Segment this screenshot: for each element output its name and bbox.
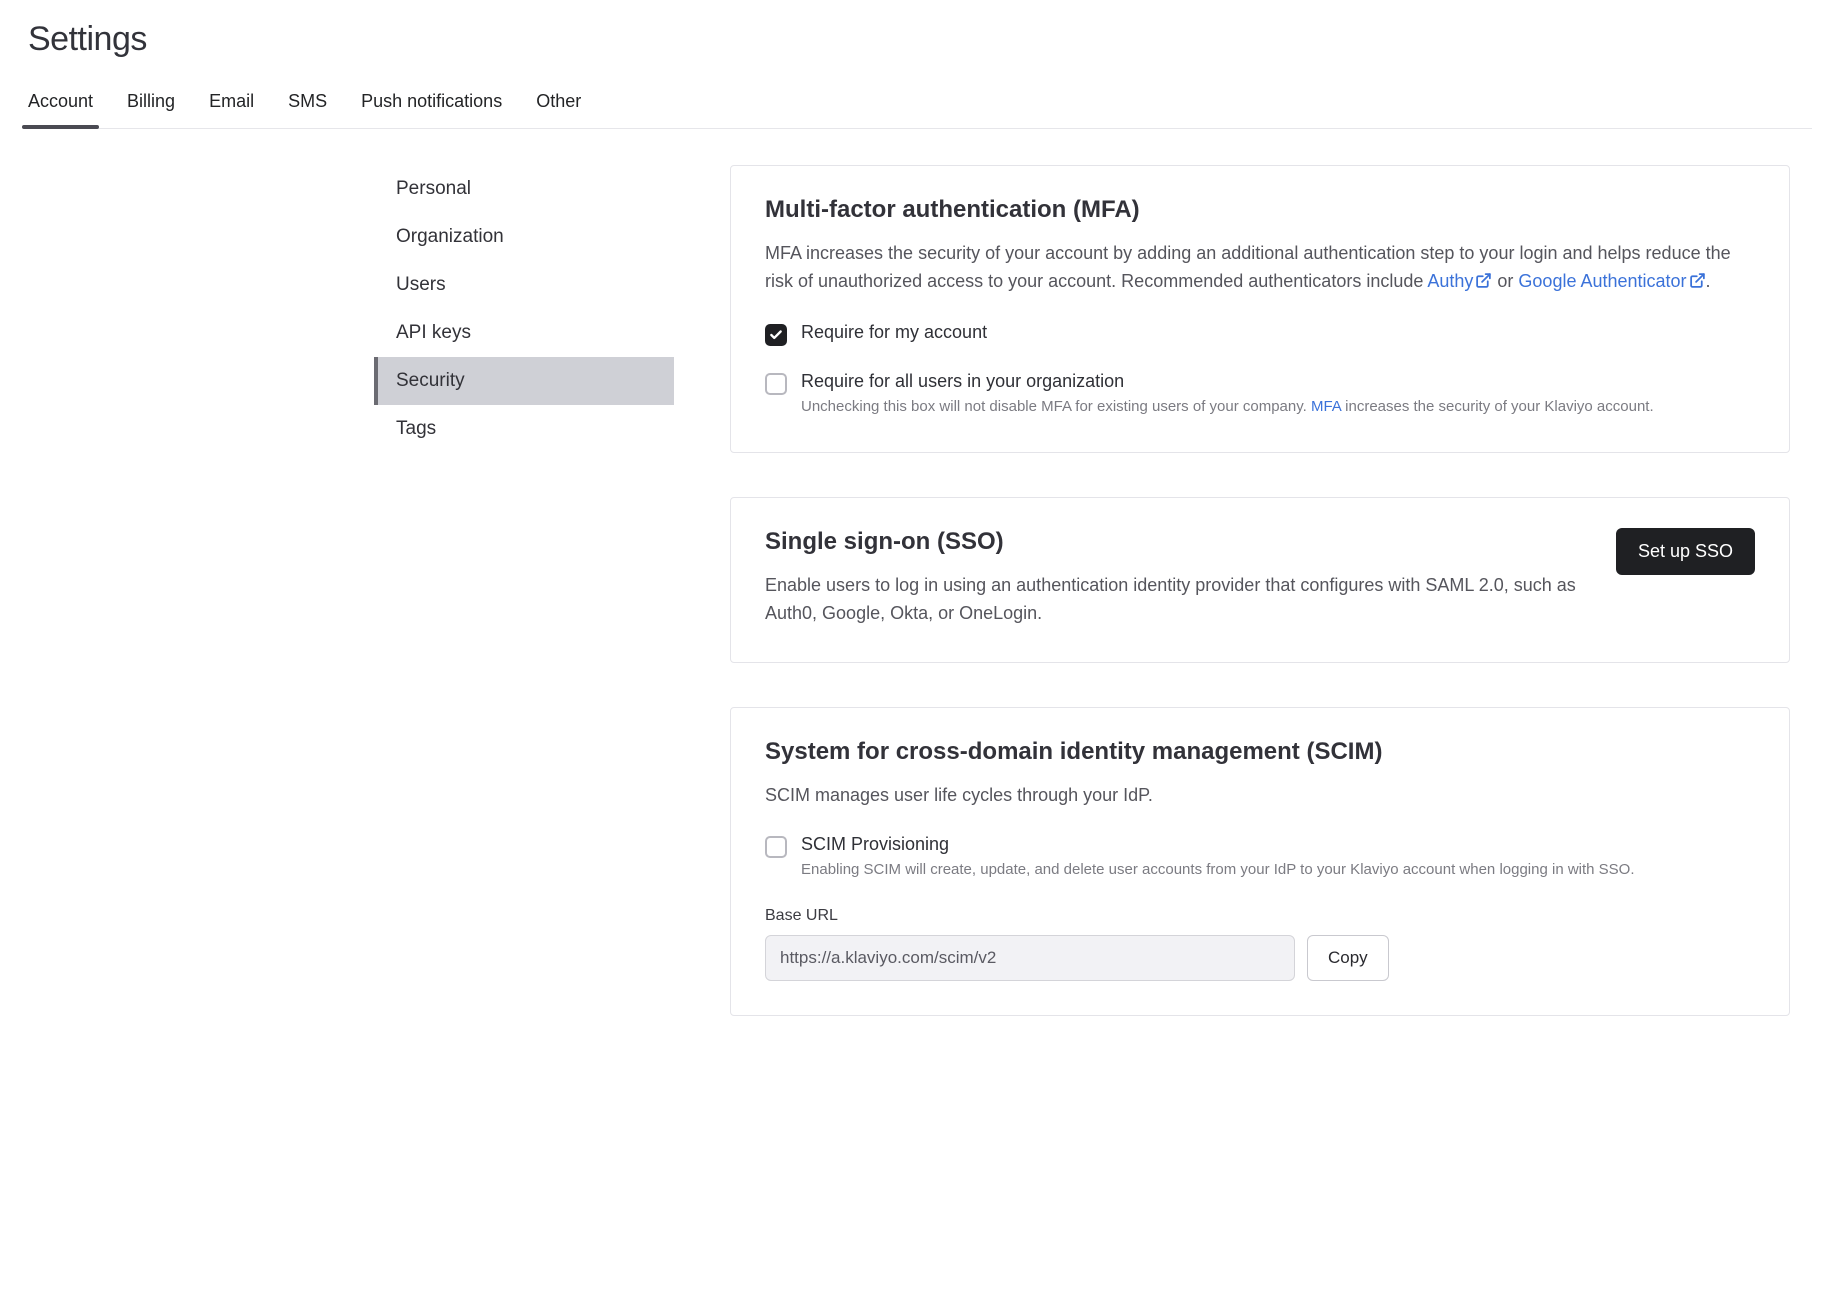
tab-sms[interactable]: SMS [288,91,327,128]
scim-provisioning-checkbox[interactable] [765,836,787,858]
sso-card: Single sign-on (SSO) Enable users to log… [730,497,1790,663]
page-title: Settings [28,20,1812,59]
tab-push-notifications[interactable]: Push notifications [361,91,502,128]
mfa-heading: Multi-factor authentication (MFA) [765,196,1755,224]
base-url-input[interactable] [765,935,1295,981]
tab-other[interactable]: Other [536,91,581,128]
require-all-users-label: Require for all users in your organizati… [801,371,1654,392]
copy-button[interactable]: Copy [1307,935,1389,981]
tab-billing[interactable]: Billing [127,91,175,128]
top-tabs: Account Billing Email SMS Push notificat… [28,91,1812,129]
sso-description: Enable users to log in using an authenti… [765,572,1596,628]
scim-heading: System for cross-domain identity managem… [765,738,1755,766]
require-my-account-checkbox[interactable] [765,324,787,346]
google-authenticator-link[interactable]: Google Authenticator [1518,271,1705,291]
sidebar-item-api-keys[interactable]: API keys [374,309,674,357]
tab-email[interactable]: Email [209,91,254,128]
require-all-users-checkbox[interactable] [765,373,787,395]
sidebar-item-organization[interactable]: Organization [374,213,674,261]
scim-card: System for cross-domain identity managem… [730,707,1790,1016]
authy-link[interactable]: Authy [1427,271,1492,291]
require-my-account-label: Require for my account [801,322,987,343]
base-url-label: Base URL [765,907,1755,925]
require-all-users-subtext: Unchecking this box will not disable MFA… [801,396,1654,419]
sidebar-item-security[interactable]: Security [374,357,674,405]
external-link-icon [1475,270,1492,298]
sidebar-item-personal[interactable]: Personal [374,165,674,213]
sidebar-item-users[interactable]: Users [374,261,674,309]
scim-provisioning-subtext: Enabling SCIM will create, update, and d… [801,859,1635,882]
scim-description: SCIM manages user life cycles through yo… [765,782,1755,810]
tab-account[interactable]: Account [28,91,93,128]
scim-provisioning-label: SCIM Provisioning [801,834,1635,855]
settings-sidebar: Personal Organization Users API keys Sec… [374,165,674,1060]
mfa-card: Multi-factor authentication (MFA) MFA in… [730,165,1790,453]
external-link-icon [1689,270,1706,298]
sidebar-item-tags[interactable]: Tags [374,405,674,453]
sso-heading: Single sign-on (SSO) [765,528,1596,556]
set-up-sso-button[interactable]: Set up SSO [1616,528,1755,575]
mfa-help-link[interactable]: MFA [1311,398,1341,415]
mfa-description: MFA increases the security of your accou… [765,240,1755,298]
